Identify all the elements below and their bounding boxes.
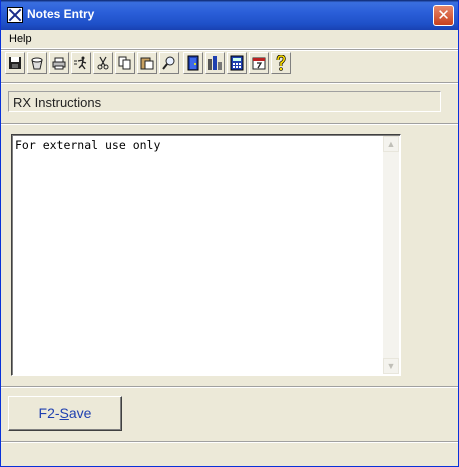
toolbar-divider [1,82,458,84]
toolbar [5,52,293,78]
help-question-icon[interactable] [271,52,291,74]
bottom-divider [1,441,458,443]
window-title: Notes Entry [27,7,95,21]
door-exit-icon[interactable] [183,52,203,74]
bucket-icon[interactable] [27,52,47,74]
notes-textarea[interactable]: For external use only ▲ ▼ [11,134,401,376]
save-disk-icon[interactable] [5,52,25,74]
paste-icon[interactable] [137,52,157,74]
magnifier-icon[interactable] [159,52,179,74]
section-label: RX Instructions [13,95,102,110]
scroll-up-icon[interactable]: ▲ [383,136,399,152]
run-icon[interactable] [71,52,91,74]
notes-entry-window: Notes Entry ✕ Help RX Instructions For e… [0,0,459,467]
menu-divider [1,49,458,51]
save-button[interactable]: F2-Save [8,396,122,431]
save-button-prefix: F2- [38,405,60,421]
calendar-icon[interactable] [249,52,269,74]
copy-icon[interactable] [115,52,135,74]
save-button-suffix: ave [68,405,92,421]
calculator-icon[interactable] [227,52,247,74]
close-button[interactable]: ✕ [433,5,454,26]
section-divider [1,123,458,125]
save-button-mnemonic: S [59,405,69,421]
scissors-icon[interactable] [93,52,113,74]
printer-icon[interactable] [49,52,69,74]
app-icon [7,7,23,23]
title-bar[interactable]: Notes Entry ✕ [1,0,458,30]
vertical-scrollbar[interactable]: ▲ ▼ [383,136,399,374]
menu-help[interactable]: Help [9,33,32,45]
city-icon[interactable] [205,52,225,74]
section-label-panel: RX Instructions [8,91,441,112]
footer-divider [1,386,458,388]
menu-bar: Help [1,30,458,49]
notes-text: For external use only [15,138,161,152]
scroll-down-icon[interactable]: ▼ [383,358,399,374]
